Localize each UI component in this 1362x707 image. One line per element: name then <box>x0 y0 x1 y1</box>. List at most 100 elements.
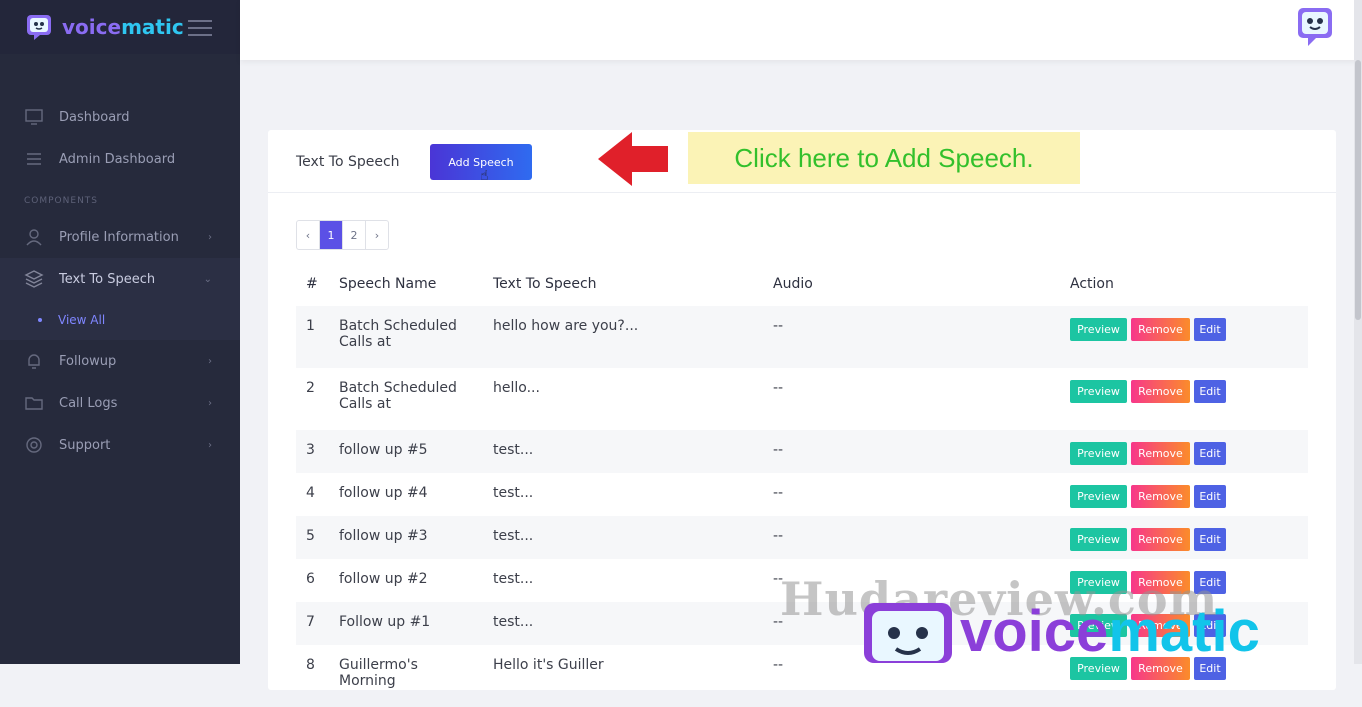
voicematic-logo-icon <box>27 15 51 40</box>
table-row: 1 Batch Scheduled Calls at hello how are y… <box>296 306 1308 368</box>
sidebar-item-label: Support <box>59 437 111 453</box>
layers-icon <box>24 270 44 288</box>
chevron-right-icon: › <box>208 439 212 451</box>
watermark-logo: voicematic <box>860 598 1260 665</box>
watermark-logo-text: voicematic <box>960 599 1260 664</box>
cell-actions: Preview Remove Edit <box>1060 430 1308 473</box>
cell-n: 2 <box>306 380 315 396</box>
table-row: 2 Batch Scheduled Calls at hello... -- Previ… <box>296 368 1308 430</box>
sidebar-item-support[interactable]: Support › <box>0 424 240 466</box>
bullet-icon <box>38 318 42 322</box>
cell-name: Batch Scheduled Calls at <box>339 380 457 412</box>
scrollbar-thumb[interactable] <box>1355 60 1361 320</box>
sidebar-item-profile-information[interactable]: Profile Information › <box>0 216 240 258</box>
folder-icon <box>25 397 43 410</box>
column-header: Text To Speech <box>493 276 597 292</box>
cell-text: test... <box>483 602 763 645</box>
cell-n: 7 <box>296 602 329 645</box>
sidebar-item-followup[interactable]: Followup › <box>0 340 240 382</box>
cell-name: follow up #5 <box>329 430 483 473</box>
cell-name: follow up #4 <box>339 485 428 501</box>
remove-button[interactable]: Remove <box>1131 442 1190 465</box>
cell-actions: Preview Remove Edit <box>1060 473 1308 516</box>
menu-toggle-icon[interactable] <box>188 20 212 41</box>
cell-audio: -- <box>763 306 1060 368</box>
remove-button[interactable]: Remove <box>1131 485 1190 508</box>
cell-audio: -- <box>773 485 784 501</box>
preview-button[interactable]: Preview <box>1070 485 1127 508</box>
cell-n: 6 <box>306 571 315 587</box>
page-scrollbar[interactable] <box>1354 0 1362 664</box>
sidebar-item-dashboard[interactable]: Dashboard <box>0 96 240 138</box>
edit-button[interactable]: Edit <box>1194 485 1226 508</box>
edit-button[interactable]: Edit <box>1194 380 1226 403</box>
avatar[interactable] <box>1296 6 1336 48</box>
table-header-row: # Speech Name Text To Speech Audio Actio… <box>296 262 1308 306</box>
voicematic-logo-icon <box>864 602 952 663</box>
chevron-right-icon: › <box>208 355 212 367</box>
sidebar-nav: Dashboard Admin Dashboard COMPONENTS Pro… <box>0 54 240 466</box>
cell-name: Batch Scheduled Calls at <box>329 306 483 368</box>
card-header: Text To Speech Add Speech ☝ Click here t… <box>268 130 1336 193</box>
cell-actions: Preview Remove Edit <box>1060 516 1308 559</box>
cell-audio: -- <box>763 430 1060 473</box>
table-row: 5 follow up #3 test... -- Preview Remove Edit <box>296 516 1308 559</box>
chevron-right-icon: › <box>208 397 212 409</box>
cell-n: 4 <box>306 485 315 501</box>
red-arrow-icon <box>598 132 668 186</box>
edit-button[interactable]: Edit <box>1194 528 1226 551</box>
monitor-icon <box>25 109 43 125</box>
pagination-prev[interactable]: ‹ <box>297 221 320 249</box>
pagination: ‹ 1 2 › <box>296 220 389 250</box>
sidebar-item-label: Followup <box>59 353 117 369</box>
user-icon <box>26 229 42 246</box>
sidebar: voicematic Dashboard Admin Dashboard COM… <box>0 0 240 664</box>
sidebar-item-label: Profile Information <box>59 229 179 245</box>
cell-text: test... <box>483 516 763 559</box>
column-header: # <box>306 276 318 292</box>
top-bar <box>240 0 1362 60</box>
sidebar-item-text-to-speech[interactable]: Text To Speech ⌄ <box>0 258 240 300</box>
cell-text: test... <box>493 485 534 501</box>
preview-button[interactable]: Preview <box>1070 528 1127 551</box>
hand-cursor-icon: ☝ <box>480 168 489 184</box>
pagination-page-1[interactable]: 1 <box>320 221 343 249</box>
preview-button[interactable]: Preview <box>1070 318 1127 341</box>
preview-button[interactable]: Preview <box>1070 442 1127 465</box>
edit-button[interactable]: Edit <box>1194 442 1226 465</box>
cell-name: Guillermo's Morning <box>339 657 418 689</box>
sidebar-subitem-view-all[interactable]: View All <box>0 300 240 340</box>
column-header: Audio <box>773 276 813 292</box>
cell-n: 1 <box>296 306 329 368</box>
pagination-next[interactable]: › <box>366 221 388 249</box>
cell-name: follow up #3 <box>329 516 483 559</box>
cell-text: hello... <box>493 380 540 396</box>
edit-button[interactable]: Edit <box>1194 318 1226 341</box>
sidebar-subitem-label: View All <box>58 313 106 327</box>
remove-button[interactable]: Remove <box>1131 318 1190 341</box>
cell-text: hello how are you?... <box>483 306 763 368</box>
bell-icon <box>28 354 40 369</box>
cell-text: test... <box>493 571 534 587</box>
cell-audio: -- <box>763 516 1060 559</box>
sidebar-item-label: Dashboard <box>59 109 130 125</box>
remove-button[interactable]: Remove <box>1131 528 1190 551</box>
cell-n: 3 <box>296 430 329 473</box>
cell-n: 5 <box>296 516 329 559</box>
sidebar-item-admin-dashboard[interactable]: Admin Dashboard <box>0 138 240 180</box>
sliders-icon <box>27 153 41 165</box>
cell-name: Follow up #1 <box>329 602 483 645</box>
callout-note: Click here to Add Speech. <box>688 132 1080 184</box>
section-label: COMPONENTS <box>24 196 99 206</box>
sidebar-item-call-logs[interactable]: Call Logs › <box>0 382 240 424</box>
sidebar-item-label: Text To Speech <box>59 271 156 287</box>
cell-text: test... <box>483 430 763 473</box>
remove-button[interactable]: Remove <box>1131 380 1190 403</box>
support-icon <box>26 437 42 453</box>
cell-audio: -- <box>773 380 784 396</box>
preview-button[interactable]: Preview <box>1070 380 1127 403</box>
chevron-right-icon: › <box>208 231 212 243</box>
pagination-page-2[interactable]: 2 <box>343 221 366 249</box>
cell-actions: Preview Remove Edit <box>1060 368 1308 430</box>
table-row: 3 follow up #5 test... -- Preview Remove Edit <box>296 430 1308 473</box>
